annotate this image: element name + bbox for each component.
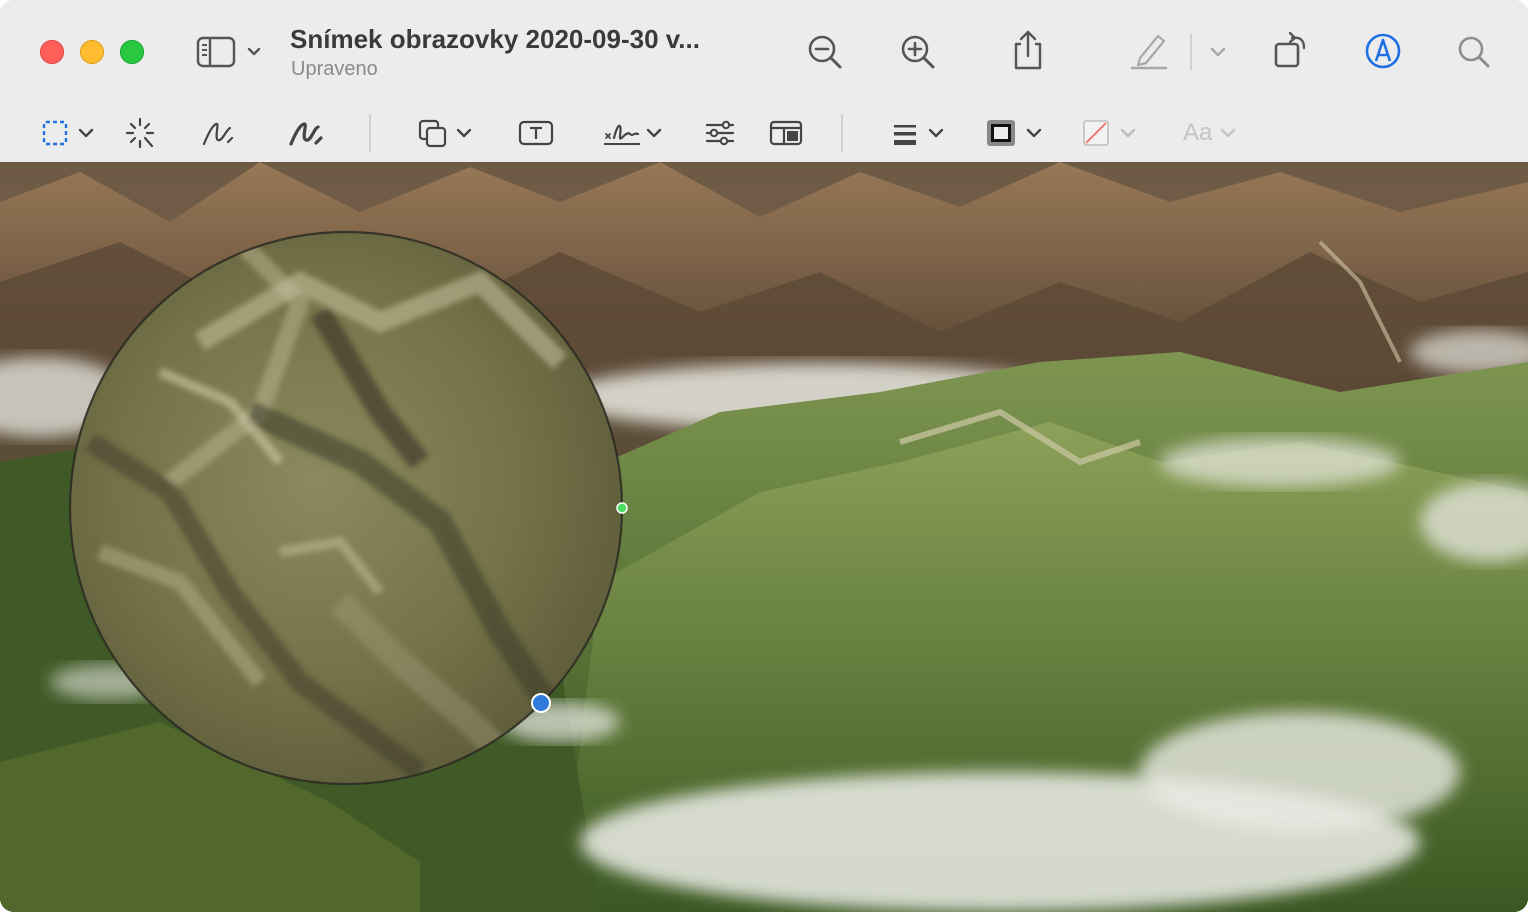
share-button[interactable] bbox=[1008, 28, 1048, 72]
window-title: Snímek obrazovky 2020-09-30 v... bbox=[290, 24, 700, 54]
instant-alpha-button[interactable] bbox=[122, 116, 158, 150]
selection-icon bbox=[42, 120, 94, 146]
text-style-button[interactable]: Aa bbox=[1183, 116, 1240, 150]
adjust-color-button[interactable] bbox=[702, 116, 738, 150]
shapes-tool-button[interactable] bbox=[416, 116, 474, 150]
share-icon bbox=[1014, 30, 1042, 70]
text-box-icon bbox=[518, 120, 554, 146]
image-canvas[interactable] bbox=[0, 162, 1528, 912]
zoom-out-icon bbox=[808, 35, 842, 69]
markup-icon bbox=[1365, 33, 1401, 69]
highlight-menu-button[interactable] bbox=[1206, 40, 1230, 64]
zoom-button[interactable] bbox=[120, 40, 144, 64]
search-icon bbox=[1458, 36, 1490, 68]
magnifier-zoom-handle[interactable] bbox=[616, 502, 628, 514]
signature-button[interactable] bbox=[600, 116, 664, 150]
magnifier-size-handle[interactable] bbox=[531, 693, 551, 713]
close-button[interactable] bbox=[40, 40, 64, 64]
selection-tool-button[interactable] bbox=[40, 116, 96, 150]
chevron-down-icon bbox=[1210, 47, 1226, 57]
window-subtitle: Upraveno bbox=[291, 58, 378, 80]
shapes-icon bbox=[418, 119, 472, 148]
highlight-button[interactable] bbox=[1128, 30, 1170, 70]
highlight-pen-icon bbox=[1130, 34, 1168, 70]
sketch-tool-button[interactable] bbox=[200, 116, 236, 150]
signature-icon bbox=[604, 124, 662, 145]
fill-color-icon bbox=[1083, 120, 1136, 146]
text-box-button[interactable] bbox=[516, 116, 556, 150]
sidebar-toggle-button[interactable] bbox=[194, 34, 266, 70]
rotate-button[interactable] bbox=[1270, 28, 1312, 72]
toolbar-separator bbox=[369, 114, 371, 152]
adjust-color-icon bbox=[705, 120, 735, 146]
text-style-label: Aa bbox=[1183, 119, 1213, 146]
minimize-button[interactable] bbox=[80, 40, 104, 64]
instant-alpha-icon bbox=[125, 117, 155, 149]
rotate-icon bbox=[1274, 31, 1306, 68]
border-color-icon bbox=[987, 120, 1042, 146]
zoom-in-button[interactable] bbox=[897, 32, 939, 72]
chevron-down-icon bbox=[1221, 128, 1236, 138]
markup-toolbar: Aa bbox=[0, 104, 1528, 163]
toolbar-separator bbox=[841, 114, 843, 152]
preview-window: Snímek obrazovky 2020-09-30 v... Upraven… bbox=[0, 0, 1528, 912]
fill-color-button[interactable] bbox=[1080, 116, 1142, 150]
title-bar: Snímek obrazovky 2020-09-30 v... Upraven… bbox=[0, 0, 1528, 104]
page-layout-button[interactable] bbox=[766, 116, 806, 150]
toolbar-separator bbox=[1190, 34, 1192, 70]
line-style-icon bbox=[894, 125, 944, 145]
zoom-in-icon bbox=[901, 35, 935, 69]
sketch-icon bbox=[202, 122, 234, 146]
border-color-button[interactable] bbox=[984, 116, 1046, 150]
zoom-out-button[interactable] bbox=[804, 32, 846, 72]
search-button[interactable] bbox=[1454, 32, 1494, 72]
page-layout-icon bbox=[769, 120, 803, 146]
sidebar-icon bbox=[196, 36, 261, 68]
markup-button[interactable] bbox=[1362, 30, 1404, 72]
line-style-button[interactable] bbox=[888, 116, 948, 150]
draw-icon bbox=[289, 122, 323, 146]
draw-tool-button[interactable] bbox=[286, 116, 326, 150]
landscape-image bbox=[0, 162, 1528, 912]
